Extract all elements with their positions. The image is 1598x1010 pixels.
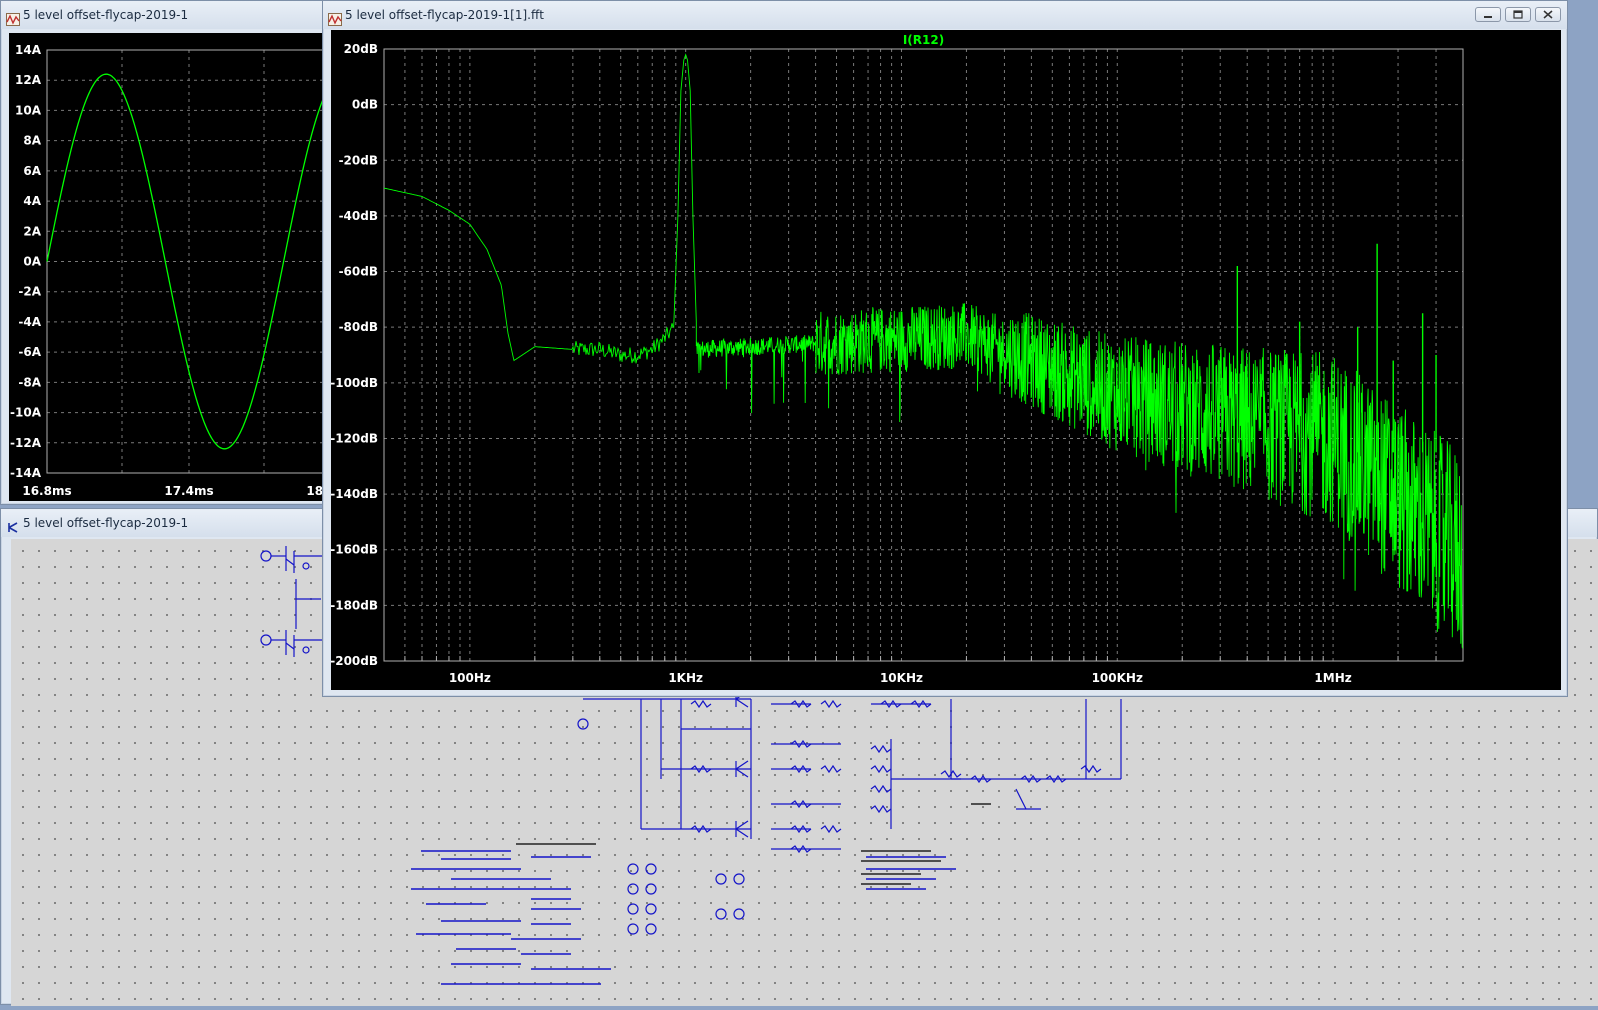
- y-tick-label: -180dB: [331, 598, 378, 612]
- spice-directives: [411, 850, 956, 985]
- y-tick-label: 14A: [15, 43, 42, 57]
- y-tick-label: -20dB: [339, 153, 378, 167]
- y-tick-label: -120dB: [331, 431, 378, 445]
- y-tick-label: -2A: [18, 285, 41, 299]
- fft-plot-area[interactable]: 20dB 0dB -20dB -40dB -60dB -80dB -100dB -120dB -…: [331, 30, 1561, 690]
- y-tick-label: 6A: [23, 164, 41, 178]
- y-tick-label: -12A: [10, 436, 42, 450]
- transient-plot[interactable]: 14A 12A 10A 8A 6A 4A 2A 0A -2A -4A -6A -8A -10A -12A -…: [9, 33, 329, 501]
- fft-trace: [383, 53, 1464, 649]
- y-tick-label: 0dB: [352, 98, 378, 112]
- y-tick-label: 12A: [15, 73, 42, 87]
- minimize-button[interactable]: [1475, 7, 1501, 22]
- y-tick-label: -200dB: [331, 654, 378, 668]
- x-tick-label: 16.8ms: [22, 484, 71, 498]
- y-tick-label: -10A: [10, 406, 42, 420]
- y-tick-label: 4A: [23, 194, 41, 208]
- y-tick-label: 20dB: [344, 42, 378, 56]
- waveform-viewer-icon: [328, 8, 342, 26]
- transient-window-title: 5 level offset-flycap-2019-1: [23, 8, 189, 22]
- transient-plot-area[interactable]: 14A 12A 10A 8A 6A 4A 2A 0A -2A -4A -6A -8A -10A -12A -…: [9, 33, 329, 501]
- y-tick-label: -140dB: [331, 487, 378, 501]
- window-controls: [1475, 7, 1561, 22]
- x-tick-label: 100Hz: [449, 671, 491, 685]
- x-tick-label: 10KHz: [880, 671, 923, 685]
- x-tick-label: 17.4ms: [164, 484, 213, 498]
- maximize-button[interactable]: [1505, 7, 1531, 22]
- y-tick-label: 2A: [23, 224, 41, 238]
- trace-label[interactable]: I(R12): [903, 33, 944, 47]
- schematic-editor-icon: [6, 516, 20, 533]
- transient-grid: [46, 49, 329, 474]
- x-tick-label: 1MHz: [1314, 671, 1351, 685]
- y-tick-label: -4A: [18, 315, 41, 329]
- x-tick-label: 1KHz: [668, 671, 703, 685]
- schematic-window-title: 5 level offset-flycap-2019-1: [23, 516, 189, 530]
- y-tick-label: -40dB: [339, 209, 378, 223]
- y-tick-label: -14A: [10, 466, 42, 480]
- close-button[interactable]: [1535, 7, 1561, 22]
- y-tick-label: -80dB: [339, 320, 378, 334]
- transient-titlebar[interactable]: 5 level offset-flycap-2019-1: [1, 1, 329, 29]
- transient-window[interactable]: 5 level offset-flycap-2019-1 14A 12A 10A 8A…: [0, 0, 330, 505]
- x-tick-label: 100KHz: [1092, 671, 1143, 685]
- y-tick-label: -160dB: [331, 543, 378, 557]
- maximize-icon: [1513, 10, 1523, 19]
- close-icon: [1543, 10, 1553, 19]
- spice-directives-black: [516, 803, 991, 885]
- minimize-icon: [1484, 16, 1492, 18]
- waveform-viewer-icon: [6, 8, 20, 26]
- fft-window[interactable]: 5 level offset-flycap-2019-1[1].fft 20dB…: [322, 0, 1568, 697]
- y-tick-label: -6A: [18, 345, 41, 359]
- y-tick-label: 10A: [15, 103, 42, 117]
- y-tick-label: -60dB: [339, 265, 378, 279]
- y-tick-label: 8A: [23, 134, 41, 148]
- y-tick-label: 0A: [23, 255, 41, 269]
- y-tick-label: -8A: [18, 375, 41, 389]
- fft-window-title: 5 level offset-flycap-2019-1[1].fft: [345, 8, 544, 22]
- y-tick-label: -100dB: [331, 376, 378, 390]
- fft-plot[interactable]: 20dB 0dB -20dB -40dB -60dB -80dB -100dB -120dB -…: [331, 30, 1561, 690]
- fft-titlebar[interactable]: 5 level offset-flycap-2019-1[1].fft: [323, 1, 1567, 29]
